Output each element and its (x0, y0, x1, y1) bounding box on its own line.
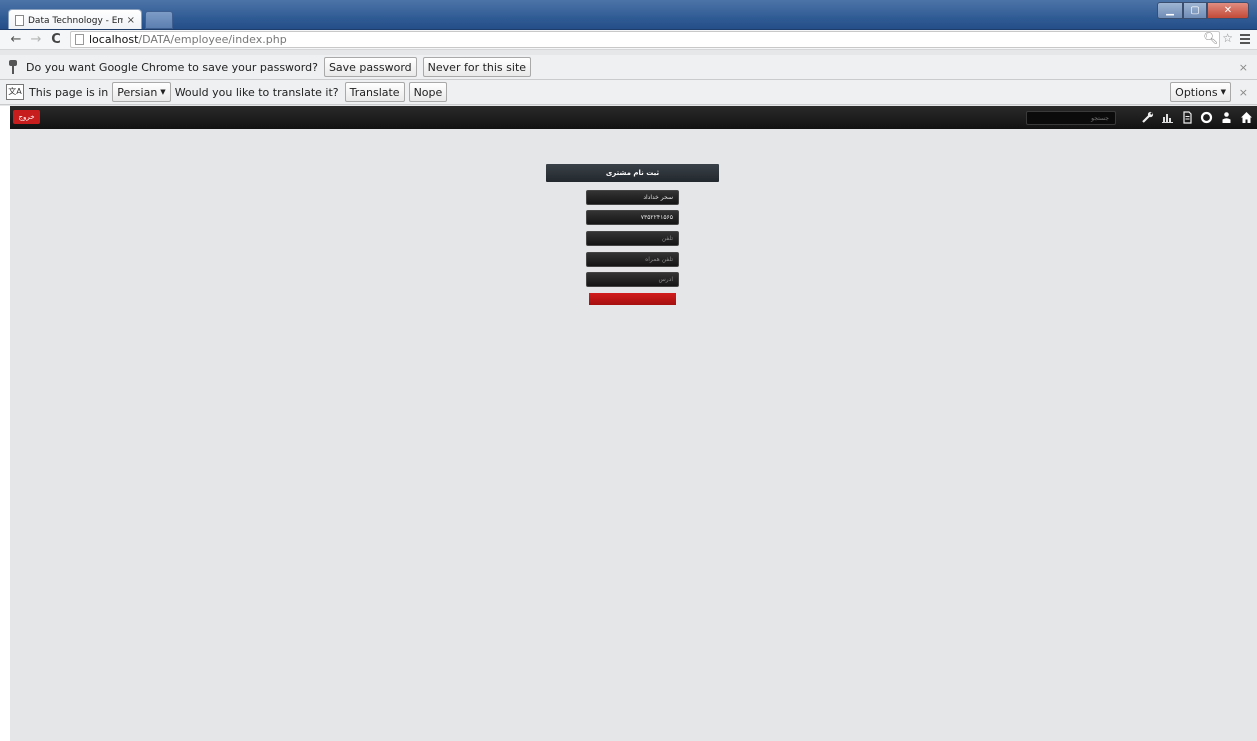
page-icon (15, 15, 24, 26)
mobile-field[interactable] (586, 231, 679, 246)
customer-name-field[interactable] (586, 190, 679, 205)
url-path: /DATA/employee/index.php (138, 33, 287, 46)
language-select[interactable]: Persian ▼ (112, 82, 171, 102)
translate-prefix-text: This page is in (29, 85, 109, 99)
chart-icon[interactable] (1161, 111, 1174, 124)
page-icon (75, 34, 84, 45)
zoom-icon[interactable]: 🔍︎ (1203, 31, 1218, 45)
home-icon[interactable] (1240, 111, 1253, 124)
forward-icon[interactable]: → (28, 32, 44, 47)
back-icon[interactable]: ← (8, 32, 24, 47)
close-window-button[interactable]: ✕ (1207, 2, 1249, 19)
address-field[interactable] (586, 272, 679, 287)
navigation-bar: ← → C localhost/DATA/employee/index.php (0, 30, 1257, 50)
url-host: localhost (89, 33, 139, 46)
close-icon[interactable]: × (1239, 86, 1248, 99)
submit-button[interactable] (589, 293, 676, 305)
workplace-field[interactable] (586, 252, 679, 267)
minimize-button[interactable]: ▁ (1157, 2, 1183, 19)
window-title-bar: Data Technology - Emplo × ▁ ▢ ✕ (0, 0, 1257, 31)
exit-button[interactable]: خروج (13, 110, 40, 124)
maximize-button[interactable]: ▢ (1183, 2, 1207, 19)
save-password-infobar: Do you want Google Chrome to save your p… (0, 55, 1257, 80)
menu-icon[interactable] (1240, 32, 1250, 46)
save-password-button[interactable]: Save password (323, 57, 417, 77)
tab-title: Data Technology - Emplo (28, 15, 123, 26)
translate-infobar: 文A This page is in Persian ▼ Would you l… (0, 80, 1257, 105)
app-toolbar: خروج (10, 106, 1257, 129)
new-tab-button[interactable] (145, 11, 173, 29)
chevron-down-icon: ▼ (1220, 88, 1226, 96)
settings-icon[interactable] (1200, 111, 1213, 124)
form-title: ثبت نام مشتری (546, 164, 719, 182)
close-icon[interactable]: × (1239, 61, 1248, 74)
tab-close-icon[interactable]: × (127, 15, 135, 26)
wrench-icon[interactable] (1141, 111, 1154, 124)
never-save-button[interactable]: Never for this site (422, 57, 532, 77)
search-input[interactable] (1026, 111, 1116, 125)
translate-question-text: Would you like to translate it? (174, 85, 339, 99)
page-left-gutter (0, 106, 10, 741)
language-select-value: Persian (117, 85, 158, 99)
translate-icon: 文A (6, 84, 24, 100)
options-button[interactable]: Options ▼ (1170, 82, 1231, 102)
phone-field[interactable] (586, 210, 679, 225)
address-bar[interactable]: localhost/DATA/employee/index.php (70, 31, 1220, 48)
document-icon[interactable] (1181, 111, 1194, 124)
translate-button[interactable]: Translate (344, 82, 405, 102)
chevron-down-icon: ▼ (160, 88, 166, 96)
reload-icon[interactable]: C (48, 32, 64, 47)
key-icon (8, 60, 18, 74)
bookmark-star-icon[interactable]: ☆ (1222, 31, 1233, 45)
browser-tab[interactable]: Data Technology - Emplo × (8, 9, 142, 31)
window-controls: ▁ ▢ ✕ (1157, 2, 1249, 19)
nope-button[interactable]: Nope (408, 82, 448, 102)
options-button-label: Options (1175, 85, 1218, 99)
address-bar-actions: 🔍︎ ☆ (1203, 31, 1233, 45)
user-icon[interactable] (1220, 111, 1233, 124)
password-prompt-text: Do you want Google Chrome to save your p… (26, 60, 318, 74)
